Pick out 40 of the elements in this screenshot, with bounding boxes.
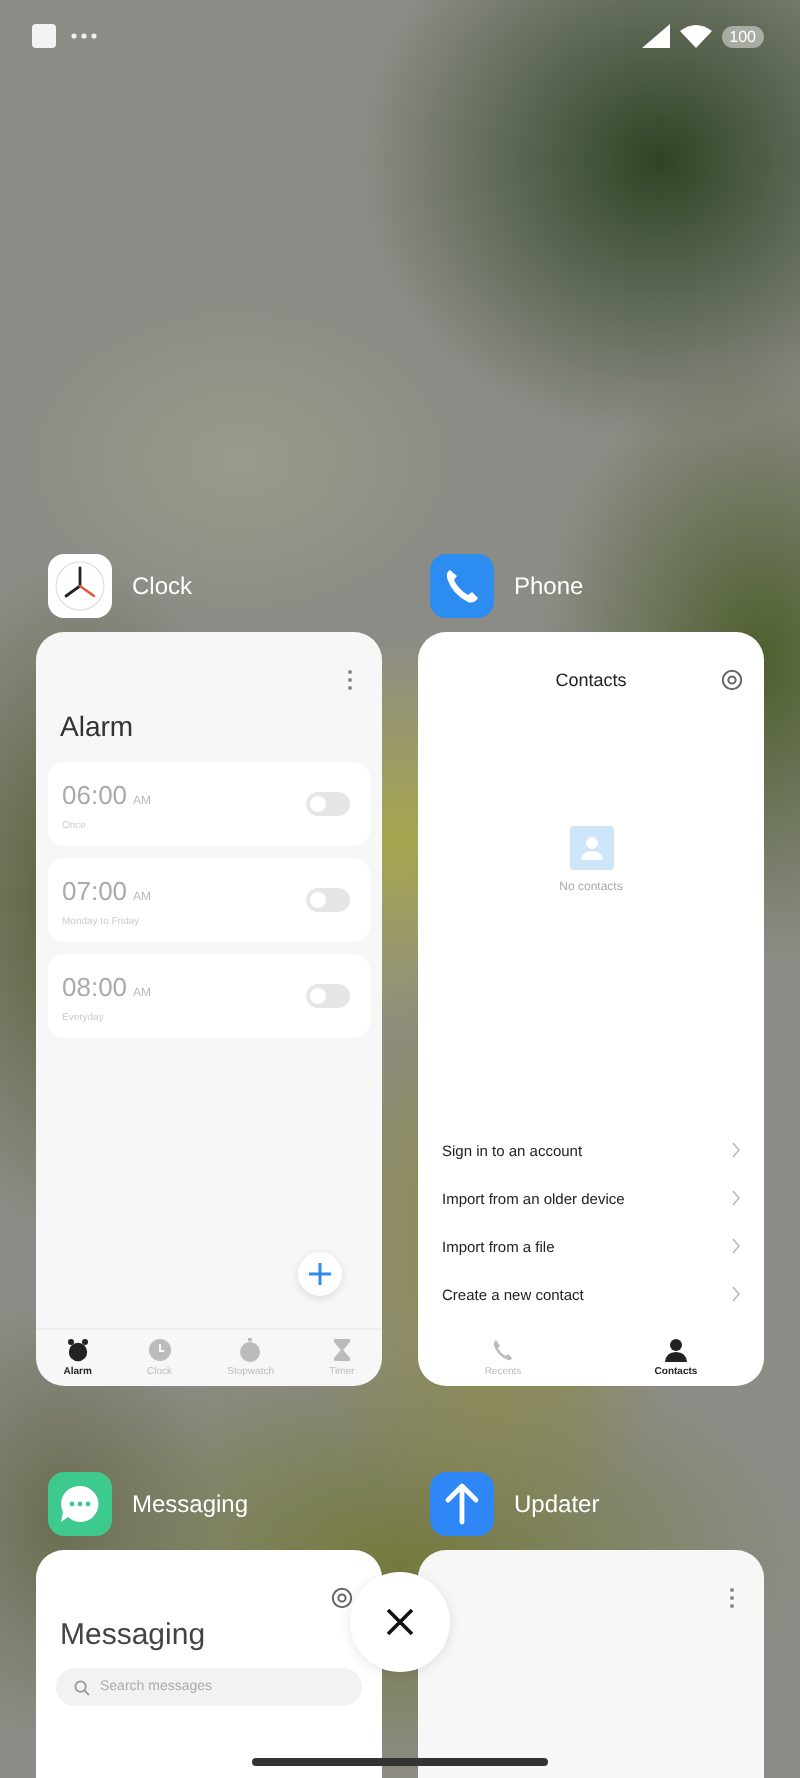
chat-bubble-icon[interactable]	[48, 1472, 112, 1536]
clock-icon	[147, 1338, 172, 1362]
alarm-time: 08:00	[62, 971, 128, 1001]
wifi-icon	[679, 24, 712, 48]
stopwatch-icon	[238, 1338, 263, 1362]
close-icon	[386, 1608, 414, 1636]
phone-icon	[490, 1338, 515, 1362]
alarm-time: 07:00	[62, 875, 128, 905]
add-button[interactable]	[298, 1252, 342, 1296]
clock-icon[interactable]	[48, 554, 112, 618]
app-name: Updater	[514, 1490, 600, 1518]
phone-icon[interactable]	[430, 554, 494, 618]
alarm-time: 06:00	[62, 779, 128, 809]
screen-title: Alarm	[58, 708, 136, 746]
more-icon	[70, 32, 98, 40]
chevron-right-icon	[732, 1238, 740, 1254]
screen-title: Messaging	[58, 1616, 208, 1656]
chevron-right-icon	[732, 1286, 740, 1302]
alarm-switch[interactable]	[306, 984, 350, 1008]
more-icon[interactable]	[728, 1586, 736, 1610]
plus-icon	[308, 1262, 332, 1286]
settings-icon[interactable]	[330, 1586, 354, 1610]
signal-icon	[641, 24, 670, 48]
settings-icon[interactable]	[720, 668, 744, 692]
app-name: Messaging	[132, 1490, 249, 1518]
chevron-right-icon	[732, 1142, 740, 1158]
alarm-switch[interactable]	[306, 888, 350, 912]
app-name: Clock	[132, 572, 193, 600]
alarm-switch[interactable]	[306, 792, 350, 816]
search-icon	[74, 1679, 90, 1695]
chevron-right-icon	[732, 1190, 740, 1206]
person-icon	[663, 1338, 688, 1362]
screen-title: Contacts	[555, 670, 627, 690]
hourglass-icon	[329, 1338, 354, 1362]
app-name: Phone	[514, 572, 584, 600]
more-icon[interactable]	[346, 668, 354, 692]
contact-placeholder-icon	[569, 825, 613, 869]
notification-icon	[32, 24, 56, 48]
battery-level: 100	[721, 25, 764, 47]
alarm-clock-icon	[65, 1338, 90, 1362]
